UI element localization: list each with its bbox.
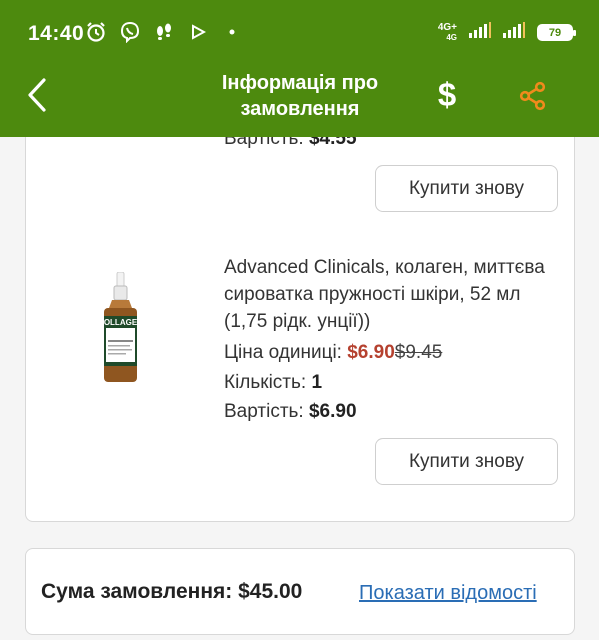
product-thumbnail-label: COLLAGEN — [98, 318, 143, 327]
currency-button[interactable]: $ — [430, 74, 464, 116]
steps-icon — [152, 20, 176, 44]
order-items-card: Вартість: $4.55 Купити знову COLLAGEN Ad… — [25, 100, 575, 522]
signal-icon-2 — [503, 22, 525, 43]
status-bar: 14:40 4G+ 4G 79 — [0, 0, 599, 66]
notification-icons — [84, 20, 244, 44]
unit-price-sale: $6.90 — [347, 342, 395, 363]
alarm-icon — [84, 20, 108, 44]
status-right: 4G+ 4G 79 — [437, 21, 576, 43]
product-name[interactable]: Advanced Clinicals, колаген, миттєва сир… — [224, 254, 554, 335]
order-total-value: $45.00 — [238, 580, 303, 603]
share-button[interactable] — [515, 78, 551, 114]
signal-icon — [469, 22, 491, 43]
item-subtotal: Вартість: $6.90 — [224, 401, 357, 422]
battery-icon: 79 — [537, 24, 576, 41]
chevron-left-icon — [28, 78, 46, 112]
app-bar: 14:40 4G+ 4G 79 Інформація про замовленн… — [0, 0, 599, 137]
product-thumbnail[interactable]: COLLAGEN — [98, 272, 143, 384]
buy-again-button[interactable]: Купити знову — [375, 438, 558, 485]
more-notifications-dot-icon — [220, 20, 244, 44]
previous-item-buy-again-button[interactable]: Купити знову — [375, 165, 558, 212]
quantity: Кількість: 1 — [224, 372, 323, 393]
share-icon — [519, 81, 546, 111]
viber-icon — [118, 20, 142, 44]
page-title: Інформація про замовлення — [221, 72, 379, 120]
unit-price-old: $9.45 — [394, 342, 443, 363]
show-details-link[interactable]: Показати відомості — [359, 582, 537, 605]
network-type: 4G+ 4G — [437, 21, 457, 42]
back-button[interactable] — [22, 76, 52, 114]
order-total: Сума замовлення: $45.00 — [41, 580, 303, 603]
play-icon — [186, 20, 210, 44]
unit-price: Ціна одиниці: $6.90$9.45 — [224, 342, 443, 363]
order-total-card: Сума замовлення: $45.00 Показати відомос… — [25, 548, 575, 635]
status-time: 14:40 — [28, 22, 85, 45]
